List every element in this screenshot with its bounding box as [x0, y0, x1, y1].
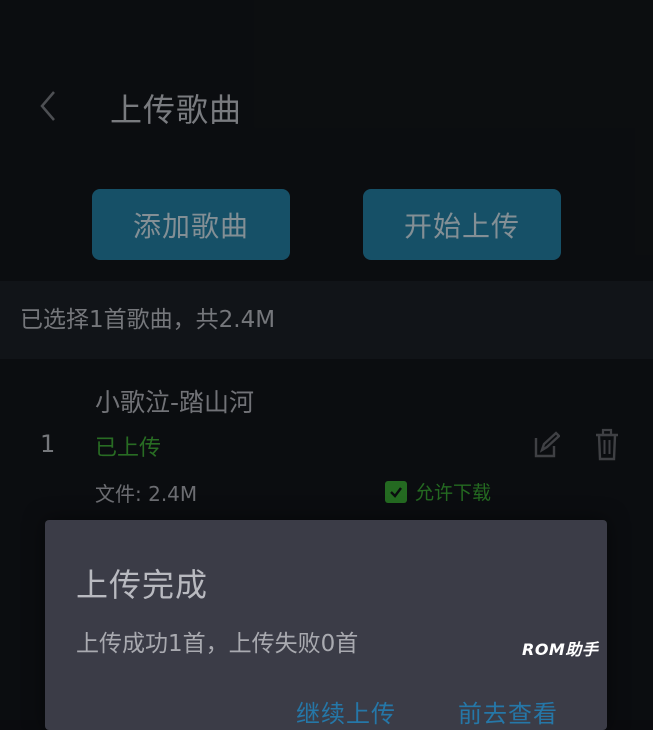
dialog-title: 上传完成: [76, 566, 209, 604]
go-view-button[interactable]: 前去查看: [458, 694, 558, 729]
upload-complete-dialog: 上传完成 上传成功1首，上传失败0首 继续上传 前去查看: [45, 520, 607, 730]
upload-songs-screen: 上传歌曲 添加歌曲 开始上传 已选择1首歌曲，共2.4M 1 小歌泣-踏山河 已…: [0, 0, 653, 730]
watermark: ROM助手: [522, 640, 599, 659]
continue-upload-button[interactable]: 继续上传: [296, 694, 396, 729]
dialog-message: 上传成功1首，上传失败0首: [76, 631, 359, 657]
